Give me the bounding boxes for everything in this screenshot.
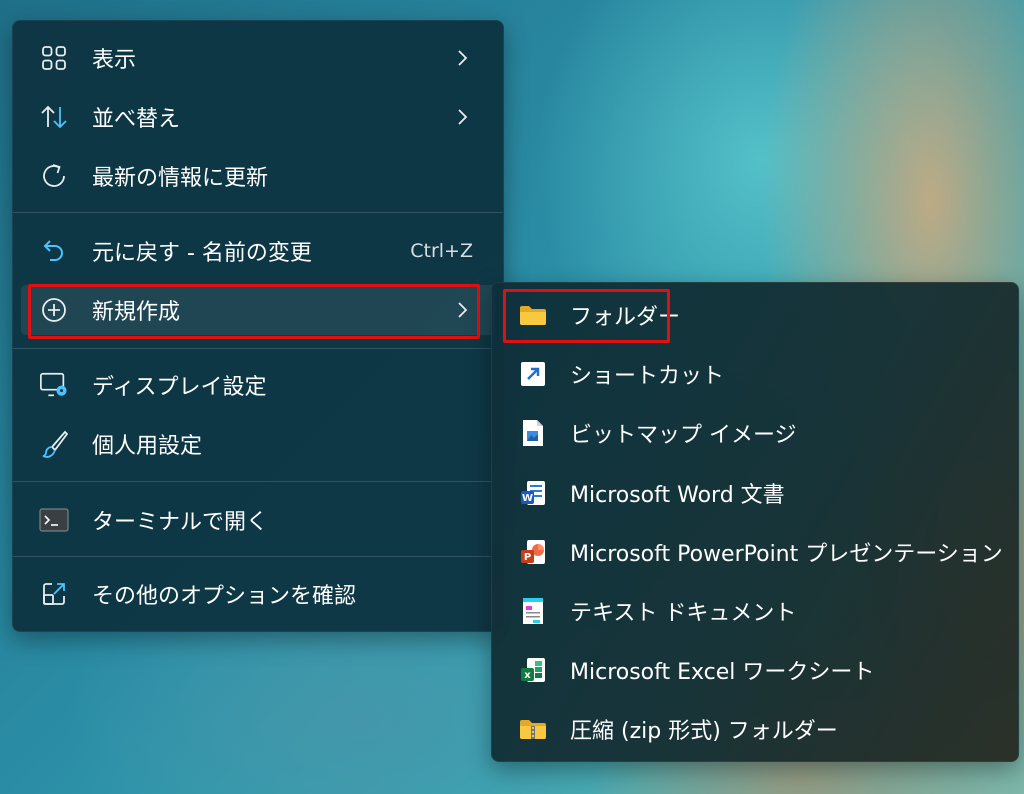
submenu-item-zip-folder[interactable]: 圧縮 (zip 形式) フォルダー <box>502 704 1008 754</box>
menu-item-label: その他のオプションを確認 <box>92 584 357 609</box>
menu-item-sort[interactable]: 並べ替え <box>21 92 495 142</box>
menu-item-label: ディスプレイ設定 <box>92 375 267 400</box>
menu-item-terminal[interactable]: ターミナルで開く <box>21 495 495 545</box>
menu-separator <box>13 212 503 213</box>
grid-icon <box>39 43 69 73</box>
submenu-item-label: ビットマップ イメージ <box>570 423 797 448</box>
submenu-item-label: Microsoft Excel ワークシート <box>570 660 875 685</box>
menu-item-personalize[interactable]: 個人用設定 <box>21 419 495 469</box>
add-circle-icon <box>39 295 69 325</box>
menu-separator <box>13 348 503 349</box>
menu-item-label: 個人用設定 <box>92 434 203 459</box>
submenu-item-shortcut[interactable]: ショートカット <box>502 349 1008 399</box>
refresh-icon <box>39 161 69 191</box>
menu-item-undo[interactable]: 元に戻す - 名前の変更 Ctrl+Z <box>21 226 495 276</box>
svg-text:x: x <box>524 670 531 681</box>
submenu-item-label: Microsoft PowerPoint プレゼンテーション <box>570 542 1003 567</box>
sort-arrows-icon <box>39 102 69 132</box>
submenu-item-label: テキスト ドキュメント <box>570 601 797 626</box>
submenu-item-excel[interactable]: x Microsoft Excel ワークシート <box>502 645 1008 695</box>
submenu-item-label: Microsoft Word 文書 <box>570 483 785 508</box>
menu-item-label: 並べ替え <box>92 107 181 132</box>
submenu-item-text-document[interactable]: テキスト ドキュメント <box>502 586 1008 636</box>
menu-separator <box>13 481 503 482</box>
menu-item-label: ターミナルで開く <box>92 510 269 535</box>
terminal-icon <box>39 505 69 535</box>
svg-text:P: P <box>524 552 531 563</box>
menu-separator <box>13 556 503 557</box>
submenu-item-word[interactable]: W Microsoft Word 文書 <box>502 468 1008 518</box>
context-menu: 表示 並べ替え 最新の情報に更新 元に戻す - 名前の変更 Ctrl+Z 新規作… <box>12 20 504 632</box>
open-external-icon <box>39 579 69 609</box>
excel-icon: x <box>518 655 548 685</box>
brush-icon <box>39 429 69 459</box>
folder-icon <box>518 300 548 330</box>
submenu-item-label: フォルダー <box>570 305 681 330</box>
menu-item-display-settings[interactable]: ディスプレイ設定 <box>21 360 495 410</box>
menu-item-refresh[interactable]: 最新の情報に更新 <box>21 151 495 201</box>
chevron-right-icon <box>455 48 469 68</box>
zip-folder-icon <box>518 714 548 744</box>
shortcut-label: Ctrl+Z <box>410 240 473 262</box>
menu-item-label: 表示 <box>92 48 137 73</box>
bitmap-file-icon <box>518 418 548 448</box>
undo-icon <box>39 236 69 266</box>
chevron-right-icon <box>455 107 469 127</box>
menu-item-more-options[interactable]: その他のオプションを確認 <box>21 569 495 619</box>
chevron-right-icon <box>455 300 469 320</box>
menu-item-view[interactable]: 表示 <box>21 33 495 83</box>
svg-text:W: W <box>522 493 533 504</box>
submenu-item-powerpoint[interactable]: P Microsoft PowerPoint プレゼンテーション <box>502 527 1008 577</box>
text-document-icon <box>518 596 548 626</box>
new-submenu: フォルダー ショートカット ビットマップ イメージ W Microsoft Wo… <box>491 282 1019 762</box>
menu-item-label: 元に戻す - 名前の変更 <box>92 241 312 266</box>
menu-item-label: 新規作成 <box>92 300 181 325</box>
powerpoint-icon: P <box>518 537 548 567</box>
submenu-item-label: ショートカット <box>570 364 725 389</box>
submenu-item-label: 圧縮 (zip 形式) フォルダー <box>570 719 838 744</box>
menu-item-new[interactable]: 新規作成 <box>21 285 495 335</box>
submenu-item-folder[interactable]: フォルダー <box>502 290 1008 340</box>
word-icon: W <box>518 478 548 508</box>
menu-item-label: 最新の情報に更新 <box>92 166 269 191</box>
submenu-item-bitmap[interactable]: ビットマップ イメージ <box>502 408 1008 458</box>
shortcut-icon <box>518 359 548 389</box>
display-settings-icon <box>39 370 69 400</box>
